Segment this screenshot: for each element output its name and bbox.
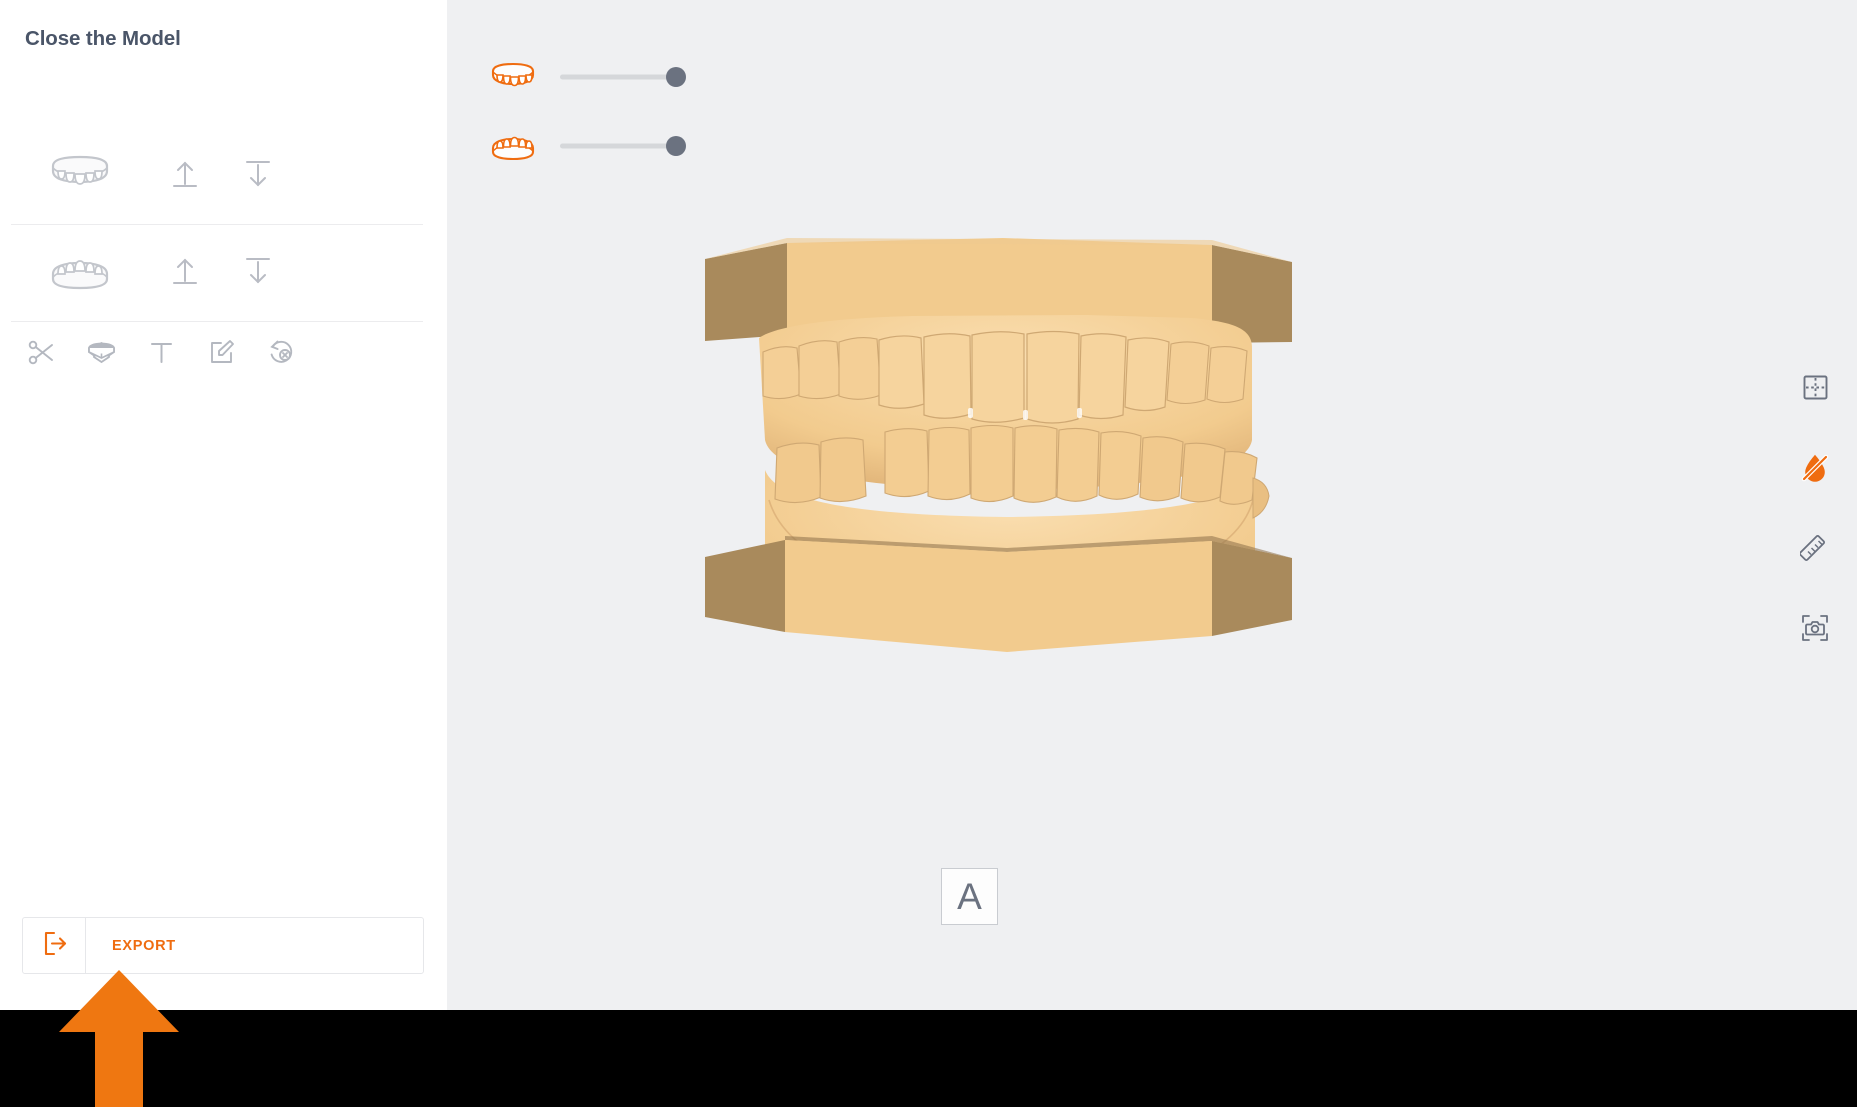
upper-arch-icon bbox=[49, 155, 111, 198]
slider-handle[interactable] bbox=[666, 67, 686, 87]
lower-arch-move-down-button[interactable] bbox=[221, 225, 294, 322]
occlusion-off-button[interactable] bbox=[1795, 450, 1835, 490]
upper-arch-move-up-button[interactable] bbox=[148, 128, 221, 225]
edit-square-icon bbox=[206, 337, 237, 373]
upper-arch-slider-row bbox=[487, 52, 686, 102]
measure-button[interactable] bbox=[1795, 530, 1835, 570]
lower-arch-move-up-button[interactable] bbox=[148, 225, 221, 322]
scissors-icon bbox=[26, 337, 57, 373]
opacity-slider-group bbox=[487, 52, 686, 171]
reset-tool-button[interactable] bbox=[251, 325, 311, 385]
grid-split-view-icon bbox=[1801, 373, 1830, 407]
export-button[interactable]: EXPORT bbox=[22, 917, 424, 974]
lower-base bbox=[705, 536, 1292, 652]
orange-up-arrow-annotation bbox=[59, 970, 179, 1107]
page-title: Close the Model bbox=[25, 27, 181, 50]
slider-track bbox=[560, 143, 676, 149]
cut-tool-button[interactable] bbox=[11, 325, 71, 385]
arrow-down-from-line-icon bbox=[241, 254, 275, 293]
split-view-button[interactable] bbox=[1795, 370, 1835, 410]
slider-handle[interactable] bbox=[666, 136, 686, 156]
bottom-black-band bbox=[0, 1010, 1857, 1107]
lower-arch-opacity-slider[interactable] bbox=[560, 135, 686, 157]
lower-arch-slider-row bbox=[487, 121, 686, 171]
arrow-up-from-line-icon bbox=[168, 254, 202, 293]
screenshot-button[interactable] bbox=[1795, 610, 1835, 650]
lower-arch-toggle[interactable] bbox=[11, 225, 148, 322]
base-tool-button[interactable] bbox=[71, 325, 131, 385]
upper-arch-slider-icon[interactable] bbox=[487, 62, 539, 92]
upper-base bbox=[705, 238, 1292, 347]
upper-arch-move-down-button[interactable] bbox=[221, 128, 294, 225]
upper-arch-toggle[interactable] bbox=[11, 128, 148, 225]
export-icon-container bbox=[23, 918, 86, 973]
dentition bbox=[759, 315, 1270, 627]
model-base-icon bbox=[85, 337, 118, 373]
arrow-down-from-line-icon bbox=[241, 157, 275, 196]
text-annotation-box[interactable]: A bbox=[941, 868, 998, 925]
lower-arch-slider-icon[interactable] bbox=[487, 131, 539, 161]
ruler-measure-icon bbox=[1798, 533, 1830, 568]
app-root: Close the Model EXPORT A bbox=[0, 0, 1857, 1107]
text-icon bbox=[146, 337, 177, 373]
undo-reset-icon bbox=[265, 336, 298, 374]
edit-tool-button[interactable] bbox=[191, 325, 251, 385]
upper-arch-opacity-slider[interactable] bbox=[560, 66, 686, 88]
export-icon bbox=[40, 929, 69, 963]
arch-row-lower bbox=[11, 225, 423, 322]
export-label: EXPORT bbox=[112, 937, 176, 954]
viewport-right-toolbar bbox=[1795, 370, 1835, 650]
tool-palette bbox=[11, 322, 423, 388]
slider-track bbox=[560, 74, 676, 80]
camera-capture-icon bbox=[1800, 613, 1830, 648]
arch-row-upper bbox=[11, 128, 423, 225]
text-tool-button[interactable] bbox=[131, 325, 191, 385]
model-viewport[interactable]: A bbox=[447, 0, 1857, 1010]
sidebar: Close the Model EXPORT bbox=[0, 0, 447, 1010]
arch-control-list bbox=[11, 128, 423, 322]
lower-arch-icon bbox=[49, 252, 111, 295]
occlusion-off-icon bbox=[1800, 453, 1830, 488]
arrow-up-from-line-icon bbox=[168, 157, 202, 196]
